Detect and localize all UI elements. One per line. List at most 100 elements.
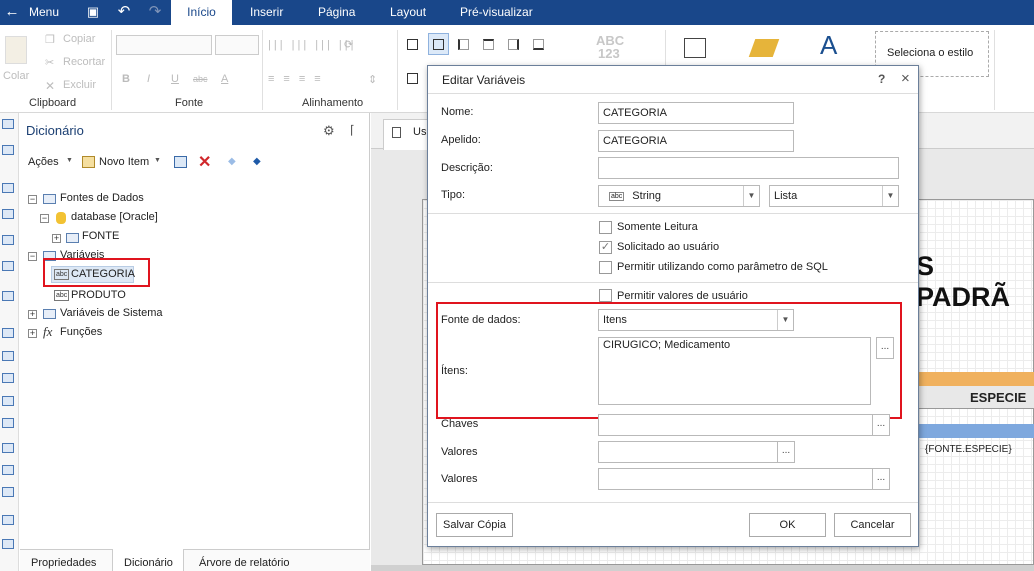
collapse-icon[interactable]: −: [28, 252, 37, 261]
tab-pre-visualizar[interactable]: Pré-visualizar: [460, 0, 533, 25]
tab-dicionario[interactable]: Dicionário: [124, 557, 173, 569]
undo-icon[interactable]: ↶: [115, 3, 133, 21]
border-right-icon[interactable]: [508, 39, 519, 50]
help-icon[interactable]: ?: [878, 72, 885, 86]
component-icon[interactable]: [2, 328, 14, 338]
delete-x-icon[interactable]: ✕: [198, 152, 211, 172]
component-icon[interactable]: [2, 209, 14, 219]
collapse-icon[interactable]: −: [40, 214, 49, 223]
copy-icon[interactable]: ❐: [45, 33, 55, 46]
menu-button[interactable]: Menu: [29, 0, 59, 25]
valores-input[interactable]: [598, 441, 778, 463]
expand-icon[interactable]: +: [52, 234, 61, 243]
tab-propriedades[interactable]: Propriedades: [31, 557, 96, 569]
tab-layout[interactable]: Layout: [390, 0, 426, 25]
apelido-input[interactable]: CATEGORIA: [598, 130, 794, 152]
move-down-icon[interactable]: ◆: [253, 156, 261, 167]
component-icon[interactable]: [2, 351, 14, 361]
valores2-input[interactable]: [598, 468, 873, 490]
italic-icon[interactable]: I: [147, 73, 150, 85]
component-icon[interactable]: [2, 515, 14, 525]
settings-gear-icon[interactable]: ⚙: [323, 123, 335, 139]
valores-usuario-checkbox[interactable]: [599, 289, 612, 302]
component-icon[interactable]: [2, 539, 14, 549]
horizontal-scrollbar[interactable]: [371, 565, 1034, 571]
edit-icon[interactable]: [174, 156, 187, 168]
ok-button[interactable]: OK: [749, 513, 826, 537]
move-up-icon[interactable]: ◆: [228, 156, 236, 167]
component-icon[interactable]: [2, 373, 14, 383]
border-all-icon[interactable]: [407, 39, 418, 50]
sql-param-checkbox[interactable]: [599, 261, 612, 274]
paste-button[interactable]: Colar: [3, 70, 29, 82]
tree-funcoes[interactable]: Funções: [60, 326, 102, 338]
tab-inicio[interactable]: Início: [171, 0, 232, 25]
text-format-icon[interactable]: [684, 38, 706, 58]
expand-icon[interactable]: +: [28, 310, 37, 319]
valores-browse-button[interactable]: ...: [777, 441, 795, 463]
new-item-icon[interactable]: [82, 156, 95, 168]
line-spacing-icon[interactable]: ⇕: [368, 73, 377, 86]
tree-fontes-de-dados[interactable]: Fontes de Dados: [60, 192, 144, 204]
border-left-icon[interactable]: [458, 39, 469, 50]
text-align-icons[interactable]: ≡≡≡≡: [268, 73, 330, 85]
font-color-icon[interactable]: A: [221, 73, 228, 85]
strikethrough-icon[interactable]: abc: [193, 74, 208, 84]
underline-icon[interactable]: U: [171, 73, 179, 85]
tree-variaveis-sistema[interactable]: Variáveis de Sistema: [60, 307, 163, 319]
component-icon[interactable]: [2, 145, 14, 155]
border-none-icon[interactable]: [433, 39, 444, 50]
component-icon[interactable]: [2, 418, 14, 428]
tree-fonte[interactable]: FONTE: [82, 230, 119, 242]
descricao-input[interactable]: [598, 157, 899, 179]
cut-button[interactable]: Recortar: [63, 56, 105, 68]
font-name-select[interactable]: [116, 35, 212, 55]
border-style-icon[interactable]: [407, 73, 418, 84]
tipo-select[interactable]: abc String ▼: [598, 185, 760, 207]
component-icon[interactable]: [2, 183, 14, 193]
expand-icon[interactable]: +: [28, 329, 37, 338]
redo-icon[interactable]: ↷: [146, 3, 164, 21]
border-bottom-icon[interactable]: [533, 39, 544, 50]
collapse-icon[interactable]: −: [28, 195, 37, 204]
component-icon[interactable]: [2, 443, 14, 453]
chaves-input[interactable]: [598, 414, 873, 436]
component-icon[interactable]: [2, 487, 14, 497]
rotation-icon[interactable]: ⟳: [344, 38, 353, 51]
tree-database[interactable]: database [Oracle]: [71, 211, 158, 223]
tree-produto[interactable]: PRODUTO: [71, 289, 126, 301]
component-icon[interactable]: [2, 235, 14, 245]
font-size-select[interactable]: [215, 35, 259, 55]
tab-pagina[interactable]: Página: [318, 0, 355, 25]
close-icon[interactable]: ×: [901, 70, 910, 87]
solicitado-checkbox[interactable]: ✓: [599, 241, 612, 254]
delete-icon[interactable]: ✕: [45, 79, 55, 93]
save-icon[interactable]: ▣: [84, 3, 102, 21]
component-icon[interactable]: [2, 119, 14, 129]
style-a-icon[interactable]: A: [820, 30, 837, 61]
cancel-button[interactable]: Cancelar: [834, 513, 911, 537]
back-arrow-icon[interactable]: ←: [3, 3, 21, 21]
valores2-browse-button[interactable]: ...: [872, 468, 890, 490]
new-item-menu[interactable]: Novo Item: [99, 156, 149, 168]
component-icon[interactable]: [2, 261, 14, 271]
pin-icon[interactable]: ⌈: [350, 123, 355, 137]
paste-icon[interactable]: [5, 36, 27, 64]
nome-input[interactable]: CATEGORIA: [598, 102, 794, 124]
actions-menu[interactable]: Ações: [28, 156, 59, 168]
component-icon[interactable]: [2, 396, 14, 406]
tipo-list-select[interactable]: Lista ▼: [769, 185, 899, 207]
delete-button[interactable]: Excluir: [63, 79, 96, 91]
chaves-browse-button[interactable]: ...: [872, 414, 890, 436]
save-copy-button[interactable]: Salvar Cópia: [436, 513, 513, 537]
chevron-down-icon: ▼: [743, 186, 759, 206]
cut-icon[interactable]: ✂: [45, 56, 54, 69]
component-icon[interactable]: [2, 291, 14, 301]
border-top-icon[interactable]: [483, 39, 494, 50]
somente-leitura-checkbox[interactable]: [599, 221, 612, 234]
bold-icon[interactable]: B: [122, 73, 130, 85]
copy-button[interactable]: Copiar: [63, 33, 95, 45]
component-icon[interactable]: [2, 465, 14, 475]
tab-inserir[interactable]: Inserir: [250, 0, 283, 25]
tab-arvore-relatorio[interactable]: Árvore de relatório: [199, 557, 290, 569]
